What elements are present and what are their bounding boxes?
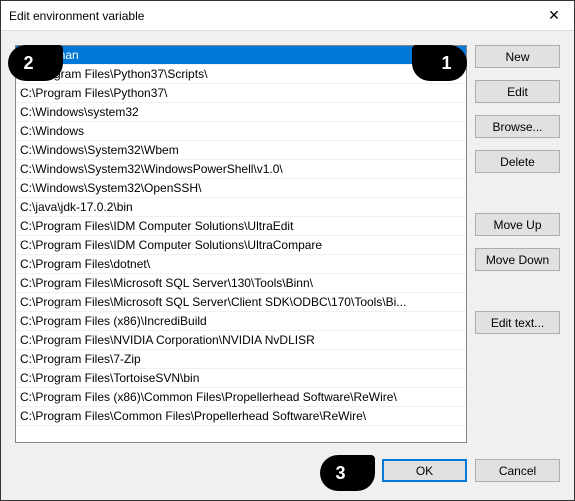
list-item[interactable]: C:\Windows\System32\WindowsPowerShell\v1… [16,160,466,179]
close-icon[interactable]: ✕ [534,1,574,31]
annotation-bubble-2: 2 [8,45,63,81]
list-item[interactable]: C:\Program Files\Microsoft SQL Server\Cl… [16,293,466,312]
list-item[interactable]: C:\Windows\System32\OpenSSH\ [16,179,466,198]
content-area: C:\certmanC:\Program Files\Python37\Scri… [1,31,574,455]
list-item[interactable]: C:\Program Files\IDM Computer Solutions\… [16,217,466,236]
list-item[interactable]: C:\Program Files\TortoiseSVN\bin [16,369,466,388]
list-item[interactable]: C:\Program Files\Python37\Scripts\ [16,65,466,84]
list-item[interactable]: C:\Program Files\Microsoft SQL Server\13… [16,274,466,293]
list-item[interactable]: C:\Windows [16,122,466,141]
list-item[interactable]: C:\Program Files\IDM Computer Solutions\… [16,236,466,255]
list-item[interactable]: C:\Program Files\Python37\ [16,84,466,103]
new-button[interactable]: New [475,45,560,68]
list-item[interactable]: C:\Program Files\NVIDIA Corporation\NVID… [16,331,466,350]
delete-button[interactable]: Delete [475,150,560,173]
list-item[interactable]: C:\java\jdk-17.0.2\bin [16,198,466,217]
ok-button[interactable]: OK [382,459,467,482]
path-listbox[interactable]: C:\certmanC:\Program Files\Python37\Scri… [15,45,467,443]
dialog-window: Edit environment variable ✕ C:\certmanC:… [0,0,575,501]
list-item[interactable]: C:\Windows\System32\Wbem [16,141,466,160]
list-item[interactable]: C:\Program Files\dotnet\ [16,255,466,274]
list-item[interactable]: C:\Program Files (x86)\Common Files\Prop… [16,388,466,407]
window-title: Edit environment variable [9,9,534,23]
browse-button[interactable]: Browse... [475,115,560,138]
list-item[interactable]: C:\certman [16,46,466,65]
cancel-button[interactable]: Cancel [475,459,560,482]
side-button-column: New Edit Browse... Delete Move Up Move D… [475,45,560,455]
list-item[interactable]: C:\Windows\system32 [16,103,466,122]
list-item[interactable]: C:\Program Files\7-Zip [16,350,466,369]
footer: OK Cancel [1,455,574,500]
move-down-button[interactable]: Move Down [475,248,560,271]
edit-text-button[interactable]: Edit text... [475,311,560,334]
list-item[interactable]: C:\Program Files\Common Files\Propellerh… [16,407,466,426]
titlebar: Edit environment variable ✕ [1,1,574,31]
list-item[interactable]: C:\Program Files (x86)\IncrediBuild [16,312,466,331]
move-up-button[interactable]: Move Up [475,213,560,236]
edit-button[interactable]: Edit [475,80,560,103]
annotation-bubble-3: 3 [320,455,375,491]
annotation-bubble-1: 1 [412,45,467,81]
